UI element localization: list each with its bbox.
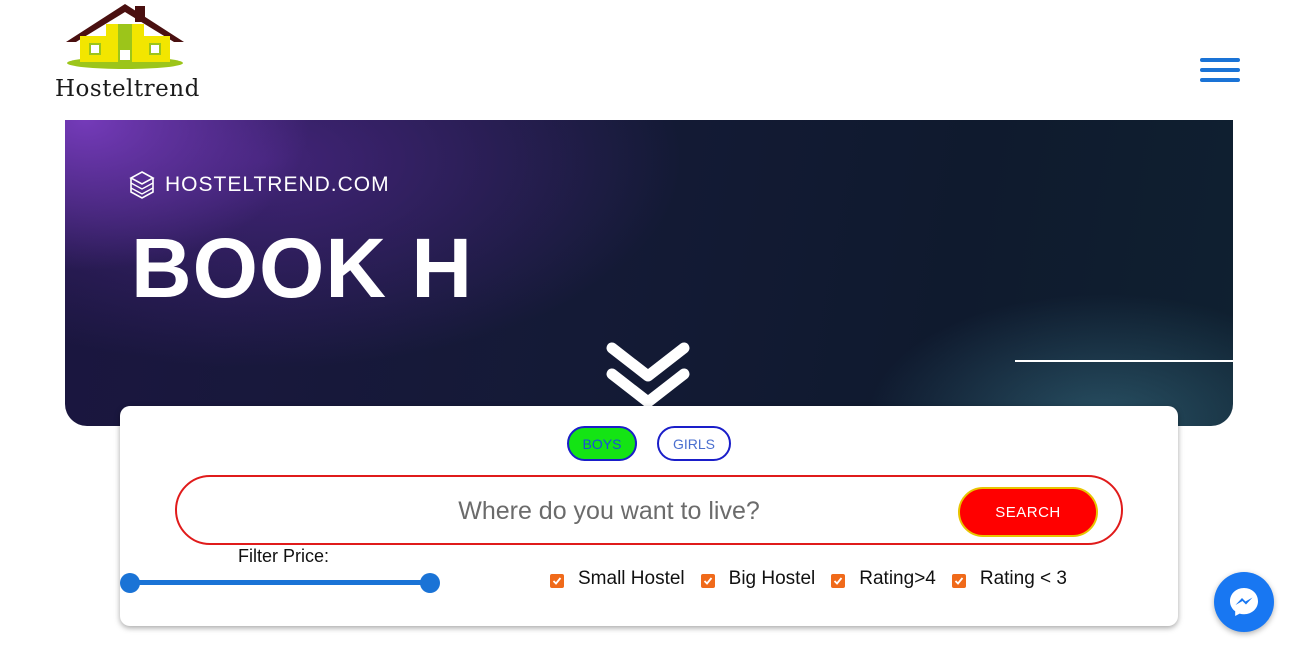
checkbox-checked-icon[interactable] [951, 574, 966, 588]
tab-boys[interactable]: BOYS [567, 426, 637, 461]
hero-heading: BOOK H [131, 221, 473, 315]
messenger-chat-button[interactable] [1214, 572, 1274, 632]
checkbox-rating-below-3[interactable]: Rating < 3 [951, 568, 1068, 590]
checkbox-checked-icon[interactable] [831, 574, 846, 588]
house-logo-icon [66, 4, 184, 69]
checkbox-checked-icon[interactable] [550, 574, 564, 588]
filter-checkboxes: Small Hostel Big Hostel Rating>4 Rating … [550, 568, 1083, 590]
messenger-icon [1230, 588, 1258, 616]
search-bar: SEARCH [175, 475, 1123, 545]
filter-price-label: Filter Price: [238, 546, 330, 566]
hero-brand: HOSTELTREND.COM [129, 170, 390, 200]
search-input[interactable] [287, 489, 931, 533]
search-button[interactable]: SEARCH [958, 487, 1098, 537]
checkbox-rating-above-4[interactable]: Rating>4 [831, 568, 936, 590]
hero-banner: HOSTELTREND.COM BOOK H [65, 120, 1233, 426]
checkbox-label: Rating < 3 [979, 568, 1068, 589]
hero-brand-text: HOSTELTREND.COM [165, 173, 390, 196]
cube-stack-icon [129, 171, 155, 199]
checkbox-checked-icon[interactable] [700, 574, 715, 588]
checkbox-big-hostel[interactable]: Big Hostel [700, 568, 816, 590]
checkbox-label: Small Hostel [578, 568, 685, 589]
checkbox-label: Rating>4 [859, 568, 936, 589]
hero-divider-line [1015, 360, 1233, 362]
price-slider-max-handle[interactable] [420, 573, 440, 593]
tab-girls[interactable]: GIRLS [657, 426, 731, 461]
hamburger-menu-icon[interactable] [1200, 58, 1240, 88]
double-chevron-down-icon[interactable] [606, 342, 690, 412]
logo-text: Hosteltrend [55, 76, 200, 102]
price-slider-track[interactable] [130, 580, 430, 585]
checkbox-small-hostel[interactable]: Small Hostel [550, 568, 685, 590]
price-slider-min-handle[interactable] [120, 573, 140, 593]
search-card: BOYS GIRLS SEARCH Filter Price: Small Ho… [120, 406, 1178, 626]
checkbox-label: Big Hostel [728, 568, 816, 589]
